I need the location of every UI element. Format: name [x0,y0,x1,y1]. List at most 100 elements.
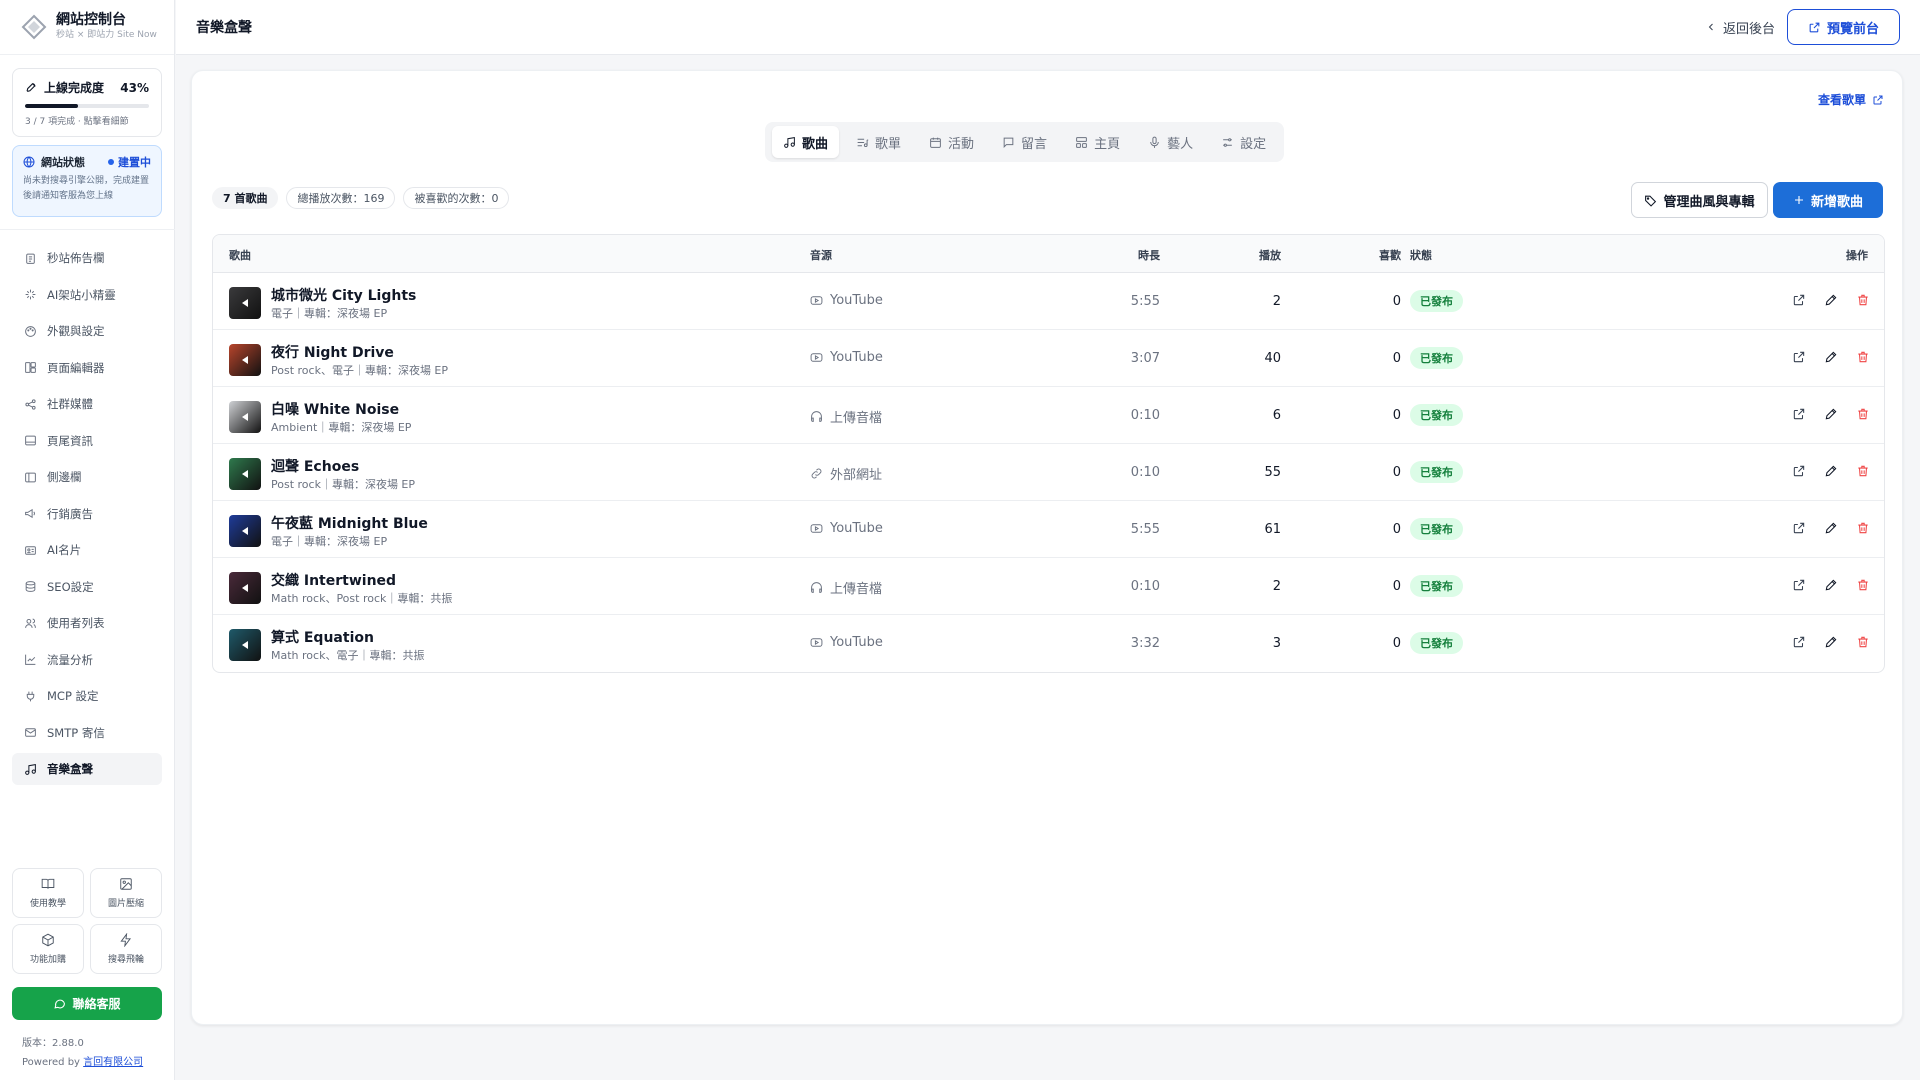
sidebar-item-users[interactable]: 使用者列表 [12,607,162,639]
table-row[interactable]: 迴聲 Echoes Post rock｜專輯：深夜場 EP 外部網址 0:10 55 0 已… [213,444,1884,501]
table-body: 城市微光 City Lights 電子｜專輯：深夜場 EP YouTube 5:55 2… [213,273,1884,672]
album-cover[interactable] [229,572,261,604]
sidebar-item-clipboard[interactable]: 秒站佈告欄 [12,242,162,274]
sidebar-item-plug[interactable]: MCP 設定 [12,680,162,712]
edit-icon[interactable] [1824,464,1838,478]
song-meta: Math rock、電子｜專輯：共振 [271,649,425,662]
status-badge: 已發布 [1410,347,1463,369]
delete-icon[interactable] [1856,635,1870,649]
id-card-icon [25,545,36,555]
delete-icon[interactable] [1856,464,1870,478]
edit-icon[interactable] [1824,635,1838,649]
open-external-icon[interactable] [1792,464,1806,478]
back-to-admin-link[interactable]: 返回後台 [1705,18,1775,37]
song-source: YouTube [810,350,883,365]
sidebar-item-share[interactable]: 社群媒體 [12,388,162,420]
add-label: 新增歌曲 [1810,194,1863,210]
tab-message[interactable]: 留言 [991,126,1058,158]
song-likes: 0 [1392,522,1401,537]
open-external-icon[interactable] [1792,350,1806,364]
tab-mic[interactable]: 藝人 [1137,126,1204,158]
sidebar-item-palette[interactable]: 外觀與設定 [12,315,162,347]
open-external-icon[interactable] [1792,521,1806,535]
sidebar-item-megaphone[interactable]: 行銷廣告 [12,498,162,530]
progress-bar [25,104,149,108]
song-meta: 電子｜專輯：深夜場 EP [271,535,388,548]
sidebar-item-id-card[interactable]: AI名片 [12,534,162,566]
open-external-icon[interactable] [1792,407,1806,421]
version-info: 版本：2.88.0 Powered by 言回有限公司 [22,1034,143,1072]
table-row[interactable]: 夜行 Night Drive Post rock、電子｜專輯：深夜場 EP YouT… [213,330,1884,387]
sidebar-item-database[interactable]: SEO設定 [12,571,162,603]
music-icon [25,763,36,775]
preview-frontend-button[interactable]: 預覽前台 [1787,9,1900,45]
edit-icon[interactable] [1824,578,1838,592]
song-plays: 2 [1272,579,1281,594]
album-cover[interactable] [229,629,261,661]
table-row[interactable]: 午夜藍 Midnight Blue 電子｜專輯：深夜場 EP YouTube 5:55… [213,501,1884,558]
table-row[interactable]: 白噪 White Noise Ambient｜專輯：深夜場 EP 上傳音檔 0:10 6… [213,387,1884,444]
table-row[interactable]: 城市微光 City Lights 電子｜專輯：深夜場 EP YouTube 5:55 2… [213,273,1884,330]
tool-package-button[interactable]: 功能加購 [12,924,84,974]
open-external-icon[interactable] [1792,578,1806,592]
sidebar-item-music[interactable]: 音樂盒聲 [12,753,162,785]
sidebar-item-footer[interactable]: 頁尾資訊 [12,425,162,457]
status-badge: 已發布 [1410,632,1463,654]
tool-bolt-button[interactable]: 搜尋飛輪 [90,924,162,974]
external-link-icon [1873,95,1883,104]
tab-sliders[interactable]: 設定 [1210,126,1277,158]
table-row[interactable]: 算式 Equation Math rock、電子｜專輯：共振 YouTube 3:32… [213,615,1884,672]
brand[interactable]: 網站控制台 秒站 × 即站力 Site Now [0,0,174,55]
delete-icon[interactable] [1856,407,1870,421]
tool-image-button[interactable]: 圖片壓縮 [90,868,162,918]
sidebar-item-chart-line[interactable]: 流量分析 [12,644,162,676]
launch-progress-card[interactable]: 上線完成度 43% 3 / 7 項完成 · 點擊看細節 [12,68,162,137]
youtube-icon [810,353,823,362]
sidebar-item-label: 外觀與設定 [47,324,105,338]
tool-book-button[interactable]: 使用教學 [12,868,84,918]
sidebar-item-sparkle[interactable]: AI架站小精靈 [12,279,162,311]
sidebar-item-mail[interactable]: SMTP 寄信 [12,717,162,749]
edit-icon[interactable] [1824,407,1838,421]
delete-icon[interactable] [1856,350,1870,364]
delete-icon[interactable] [1856,521,1870,535]
tool-label: 搜尋飛輪 [107,955,144,965]
album-cover[interactable] [229,401,261,433]
status-badge: 已發布 [1410,518,1463,540]
view-playlist-link[interactable]: 查看歌單 [1818,91,1884,108]
song-meta: Post rock、電子｜專輯：深夜場 EP [271,364,449,377]
song-title: 午夜藍 Midnight Blue [271,516,428,532]
sidebar-item-layout[interactable]: 頁面編輯器 [12,352,162,384]
tab-home-layout[interactable]: 主頁 [1064,126,1131,158]
album-cover[interactable] [229,287,261,319]
album-cover[interactable] [229,344,261,376]
album-cover[interactable] [229,515,261,547]
edit-icon[interactable] [1824,350,1838,364]
site-status-card[interactable]: 網站狀態 建置中 尚未對搜尋引擎公開，完成建置後請通知客服為您上線 [12,145,162,217]
contact-support-button[interactable]: 聯絡客服 [12,987,162,1020]
table-row[interactable]: 交織 Intertwined Math rock、Post rock｜專輯：共振 上… [213,558,1884,615]
delete-icon[interactable] [1856,293,1870,307]
table-header: 歌曲 音源 時長 播放 喜歡 狀態 操作 [213,235,1884,273]
edit-icon[interactable] [1824,521,1838,535]
clipboard-icon [26,253,35,264]
tab-calendar[interactable]: 活動 [918,126,985,158]
row-actions [1792,464,1870,478]
status-note: 尚未對搜尋引擎公開，完成建置後請通知客服為您上線 [23,176,150,201]
delete-icon[interactable] [1856,578,1870,592]
open-external-icon[interactable] [1792,293,1806,307]
add-song-button[interactable]: 新增歌曲 [1773,182,1883,218]
manage-genres-albums-button[interactable]: 管理曲風與專輯 [1631,182,1768,218]
tab-music[interactable]: 歌曲 [772,126,840,158]
layout-icon [25,362,36,373]
open-external-icon[interactable] [1792,635,1806,649]
stats-bar: 7 首歌曲 總播放次數：169 被喜歡的次數：0 [212,187,510,209]
manage-label: 管理曲風與專輯 [1663,194,1755,210]
sidebar-item-sidebar[interactable]: 側邊欄 [12,461,162,493]
song-title: 交織 Intertwined [271,573,397,589]
edit-icon[interactable] [1824,293,1838,307]
tab-list-music[interactable]: 歌單 [845,126,912,158]
company-link[interactable]: 言回有限公司 [83,1057,143,1068]
album-cover[interactable] [229,458,261,490]
sidebar-item-label: 秒站佈告欄 [47,251,105,265]
